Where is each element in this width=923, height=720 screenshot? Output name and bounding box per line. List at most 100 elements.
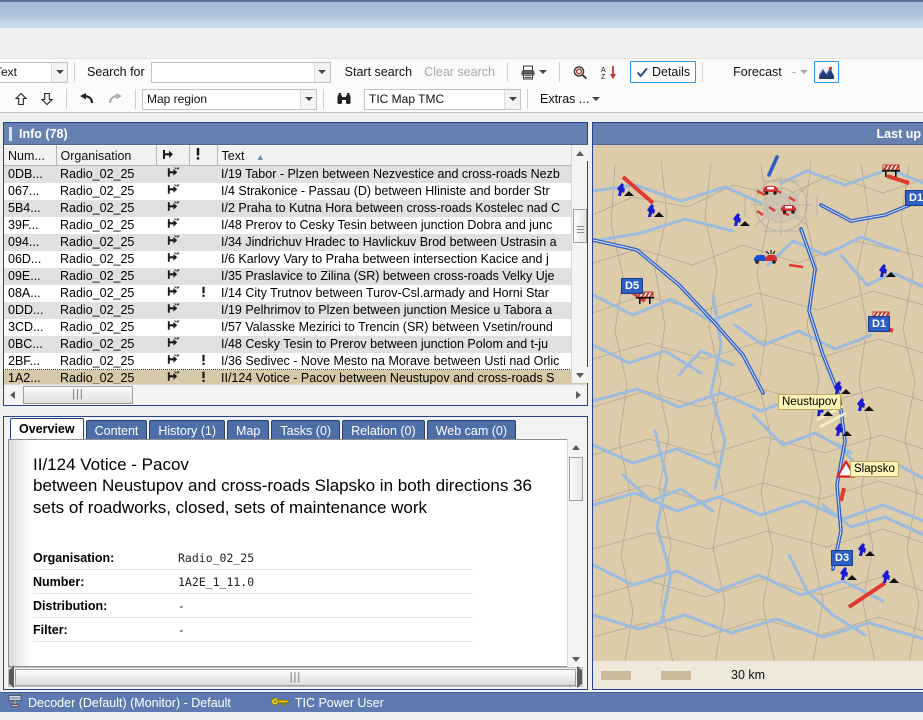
chevron-down-icon[interactable] bbox=[592, 97, 601, 101]
start-search-button[interactable]: Start search bbox=[339, 65, 418, 79]
table-row[interactable]: 09E... Radio_02_25 I/35 Praslavice to Zili… bbox=[4, 267, 587, 285]
chevron-down-icon[interactable] bbox=[51, 62, 67, 82]
scroll-right-button[interactable] bbox=[570, 386, 587, 405]
map-shield-d5[interactable]: D5 bbox=[621, 278, 644, 294]
cell-organisation: Radio_02_25 bbox=[60, 184, 135, 198]
map-roadworks-marker[interactable] bbox=[731, 213, 753, 232]
scrollbar-thumb[interactable] bbox=[569, 457, 583, 501]
scroll-up-button[interactable] bbox=[572, 145, 588, 161]
map-roadworks-marker[interactable] bbox=[838, 567, 860, 586]
info-table-body: 0DB... Radio_02_25 I/19 Tabor - Plzen betw… bbox=[3, 165, 588, 388]
map-accident-marker[interactable] bbox=[761, 183, 781, 199]
chevron-down-icon[interactable] bbox=[504, 89, 520, 109]
print-button[interactable] bbox=[514, 61, 553, 83]
scroll-down-button[interactable] bbox=[572, 367, 588, 383]
tab-tasks-0[interactable]: Tasks (0) bbox=[271, 420, 341, 440]
search-input[interactable] bbox=[150, 61, 331, 83]
cell-text: I/6 Karlovy Vary to Praha between inters… bbox=[221, 252, 549, 266]
cell-number: 2BF... bbox=[8, 354, 40, 368]
map-canvas[interactable]: Neustupov Slapsko D1 D1 D5 D3 bbox=[593, 145, 923, 661]
details-toggle-button[interactable]: Details bbox=[629, 61, 697, 83]
nav-down-button[interactable] bbox=[34, 88, 60, 110]
map-accident-marker[interactable] bbox=[753, 249, 779, 268]
details-label: Details bbox=[651, 65, 691, 79]
table-row[interactable]: 0DD... Radio_02_25 I/19 Pelhrimov to Plzen… bbox=[4, 301, 587, 319]
chevron-down-icon[interactable] bbox=[313, 62, 330, 82]
toolbar-separator bbox=[702, 62, 704, 82]
map-roadworks-marker[interactable] bbox=[833, 423, 855, 442]
scrollbar-thumb[interactable]: ||| bbox=[15, 668, 576, 686]
scroll-up-button[interactable] bbox=[568, 439, 584, 455]
column-header-organisation[interactable]: Organisation bbox=[56, 145, 157, 166]
map-scale-footer: 30 km bbox=[593, 661, 923, 689]
status-user-segment[interactable]: TIC Power User bbox=[231, 696, 384, 710]
map-roadworks-marker[interactable] bbox=[855, 398, 877, 417]
column-header-number[interactable]: Num... bbox=[4, 145, 57, 166]
search-type-combo[interactable]: Text bbox=[0, 61, 68, 83]
map-globe-icon bbox=[818, 65, 835, 80]
table-row[interactable]: 39F... Radio_02_25 I/48 Prerov to Cesky Te… bbox=[4, 217, 587, 234]
map-shield-d3[interactable]: D3 bbox=[831, 550, 854, 566]
map-shield-d1-north[interactable]: D1 bbox=[905, 190, 923, 206]
table-row[interactable]: 08A... Radio_02_25 I/14 City Trutnov betwe… bbox=[4, 285, 587, 302]
detail-vertical-scrollbar[interactable] bbox=[567, 439, 583, 667]
status-decoder-segment[interactable]: Decoder (Default) (Monitor) - Default bbox=[0, 694, 231, 711]
tab-history-1[interactable]: History (1) bbox=[149, 420, 226, 440]
map-shield-d1-east[interactable]: D1 bbox=[868, 316, 891, 332]
toolbar-row-search: Text Search for Start search Clear searc… bbox=[0, 58, 923, 85]
table-row[interactable]: 0DB... Radio_02_25 I/19 Tabor - Plzen betw… bbox=[4, 165, 587, 183]
map-label-slapsko[interactable]: Slapsko bbox=[850, 461, 899, 477]
map-roadworks-marker[interactable] bbox=[880, 570, 902, 589]
detail-horizontal-scrollbar[interactable]: ||| bbox=[8, 666, 583, 688]
table-row[interactable]: 0BC... Radio_02_25 I/48 Cesky Tesin to Pre… bbox=[4, 335, 587, 353]
map-roadworks-marker[interactable] bbox=[645, 204, 667, 223]
info-table-horizontal-scrollbar[interactable]: ||| bbox=[4, 384, 587, 405]
find-button[interactable] bbox=[566, 61, 595, 83]
sort-button[interactable]: A Z bbox=[595, 61, 624, 83]
table-row[interactable]: 06D... Radio_02_25 I/6 Karlovy Vary to Pra… bbox=[4, 251, 587, 268]
nav-up-button[interactable] bbox=[8, 88, 34, 110]
column-header-priority[interactable] bbox=[189, 145, 218, 166]
scroll-left-button[interactable] bbox=[4, 386, 21, 405]
chevron-down-icon[interactable] bbox=[300, 89, 316, 109]
chevron-down-icon[interactable] bbox=[538, 70, 547, 74]
binoculars-button[interactable] bbox=[330, 88, 358, 110]
extras-menu-button[interactable]: Extras ... bbox=[534, 88, 606, 110]
tab-web-cam-0[interactable]: Web cam (0) bbox=[426, 420, 517, 440]
map-profile-combo[interactable]: TIC Map TMC bbox=[364, 88, 521, 110]
cell-organisation: Radio_02_25 bbox=[60, 218, 135, 232]
map-toggle-button[interactable] bbox=[813, 61, 839, 83]
map-roadworks-marker[interactable] bbox=[615, 183, 637, 202]
cell-organisation: Radio_02_25 bbox=[56, 165, 156, 183]
map-closure-marker[interactable] bbox=[881, 164, 901, 181]
table-row[interactable]: 067... Radio_02_25 I/4 Strakonice - Passau… bbox=[4, 183, 587, 200]
info-table-vertical-scrollbar[interactable] bbox=[571, 145, 588, 383]
cell-text: I/36 Sedivec - Nove Mesto na Morave betw… bbox=[221, 354, 560, 368]
scroll-left-button[interactable] bbox=[9, 666, 14, 688]
column-header-text[interactable]: Text ▲ bbox=[217, 145, 587, 166]
map-region-combo[interactable]: Map region bbox=[142, 88, 317, 110]
cell-priority-icon bbox=[189, 335, 217, 353]
hscroll-track[interactable]: ||| bbox=[21, 385, 570, 405]
tab-relation-0[interactable]: Relation (0) bbox=[342, 420, 425, 440]
tab-overview[interactable]: Overview bbox=[10, 418, 84, 440]
map-roadworks-marker[interactable] bbox=[877, 264, 899, 283]
undo-button[interactable] bbox=[73, 88, 101, 110]
map-accident-marker[interactable] bbox=[779, 202, 799, 218]
tab-content[interactable]: Content bbox=[85, 420, 148, 440]
scrollbar-thumb[interactable] bbox=[573, 209, 587, 243]
scroll-right-button[interactable] bbox=[577, 666, 582, 688]
table-row[interactable]: 2BF... Radio_02_25 I/36 Sedivec - Nove Mes… bbox=[4, 353, 587, 370]
redo-button[interactable] bbox=[101, 88, 129, 110]
tab-map[interactable]: Map bbox=[227, 420, 270, 440]
column-header-flag[interactable] bbox=[156, 145, 190, 166]
scrollbar-thumb[interactable]: ||| bbox=[23, 385, 133, 404]
map-roadworks-marker[interactable] bbox=[856, 543, 878, 562]
map-label-neustupov[interactable]: Neustupov bbox=[778, 394, 841, 410]
table-row[interactable]: 3CD... Radio_02_25 I/57 Valasske Mezirici … bbox=[4, 319, 587, 336]
clear-search-button[interactable]: Clear search bbox=[418, 65, 501, 79]
table-row[interactable]: 5B4... Radio_02_25 I/2 Praha to Kutna Hora… bbox=[4, 199, 587, 217]
chevron-down-icon[interactable] bbox=[799, 70, 808, 74]
scroll-down-button[interactable] bbox=[568, 651, 584, 667]
table-row[interactable]: 094... Radio_02_25 I/34 Jindrichuv Hradec … bbox=[4, 233, 587, 251]
